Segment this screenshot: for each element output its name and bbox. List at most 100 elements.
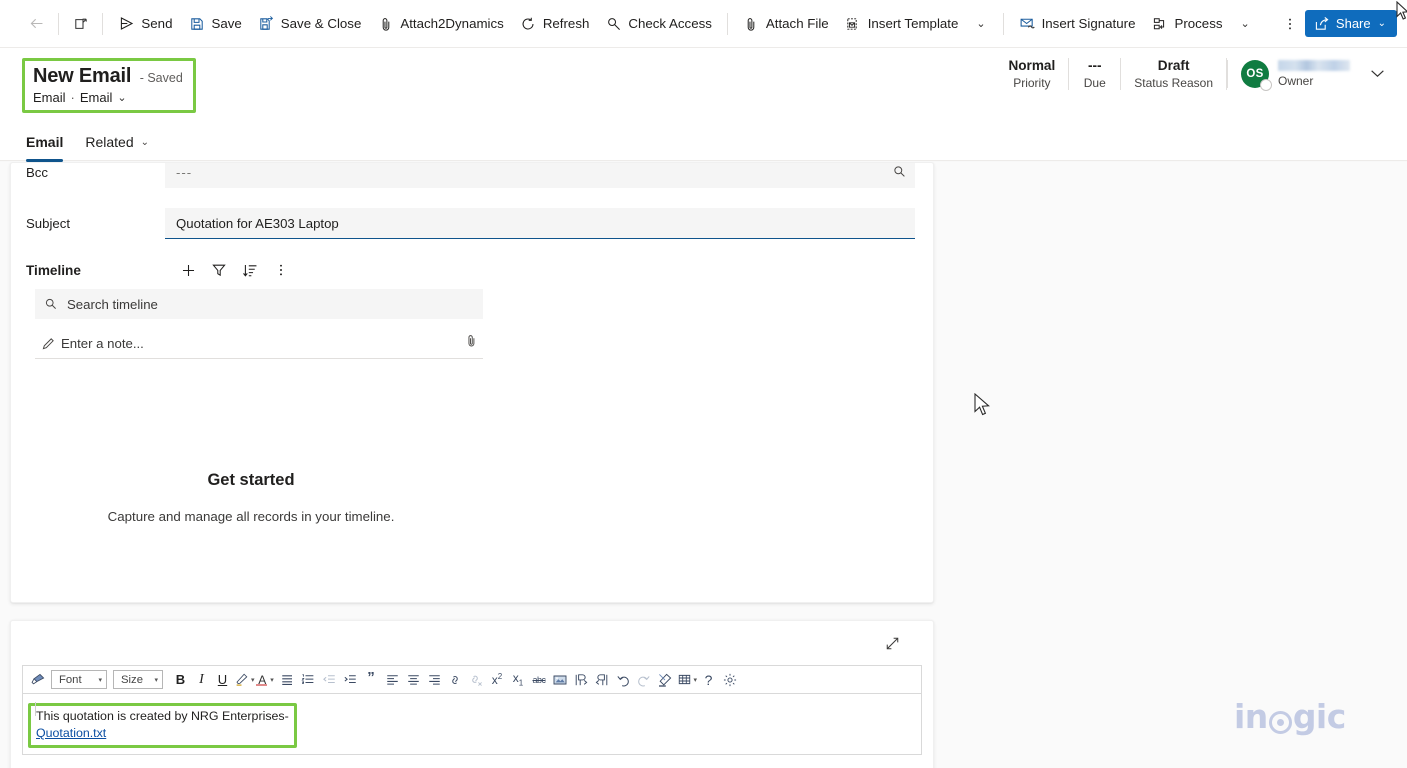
font-color-button[interactable]: A ▾ (256, 669, 276, 691)
header-field-status-reason[interactable]: Draft Status Reason (1121, 58, 1227, 90)
insert-image-button[interactable] (551, 669, 570, 691)
subject-input[interactable]: Quotation for AE303 Laptop (165, 208, 915, 239)
align-center-button[interactable] (404, 669, 423, 691)
tab-email[interactable]: Email (26, 124, 64, 162)
timeline-more-options-button[interactable] (266, 256, 297, 284)
back-button[interactable] (22, 8, 51, 40)
attachment-link[interactable]: Quotation.txt (36, 726, 106, 740)
highlight-color-button[interactable]: ▾ (234, 669, 255, 691)
share-button[interactable]: Share ⌄ (1304, 10, 1398, 37)
editor-settings-button[interactable] (720, 669, 739, 691)
increase-indent-icon (344, 675, 356, 684)
header-field-owner[interactable]: OS Owner (1227, 59, 1350, 91)
insert-template-more-button[interactable]: ⌄ (966, 8, 995, 40)
expand-editor-button[interactable] (879, 630, 905, 656)
insert-link-button[interactable] (446, 669, 465, 691)
bold-button[interactable]: B (171, 669, 190, 691)
timeline-note-placeholder: Enter a note... (61, 335, 144, 351)
redo-button[interactable] (635, 669, 654, 691)
owner-label: Owner (1278, 73, 1314, 88)
email-form-card: Bcc --- Subject Quotation for AE303 Lapt… (10, 162, 934, 603)
chevron-down-icon[interactable]: ⌄ (117, 91, 126, 104)
insert-template-button[interactable]: Insert Template (837, 6, 967, 42)
body-expand-row (11, 621, 933, 665)
divider (58, 12, 60, 35)
email-body-text-area[interactable]: This quotation is created by NRG Enterpr… (23, 694, 921, 754)
avatar: OS (1241, 59, 1272, 91)
key-icon (605, 15, 622, 32)
header-field-due[interactable]: --- Due (1069, 58, 1122, 90)
bcc-control: --- (165, 163, 915, 188)
undo-button[interactable] (614, 669, 633, 691)
lookup-search-icon[interactable] (892, 164, 907, 184)
insert-table-button[interactable]: ▾ (677, 669, 697, 691)
numbered-list-button[interactable] (299, 669, 318, 691)
highlighter-icon (236, 673, 248, 686)
refresh-button[interactable]: Refresh (512, 6, 598, 42)
signature-icon (1019, 15, 1036, 32)
timeline-note-input[interactable]: Enter a note... (35, 328, 483, 359)
font-size-select[interactable]: Size ▾ (113, 670, 163, 689)
process-button[interactable]: Process (1143, 6, 1230, 42)
left-to-right-button[interactable] (572, 669, 591, 691)
process-more-button[interactable]: ⌄ (1231, 8, 1260, 40)
save-and-close-button[interactable]: Save & Close (250, 6, 370, 42)
strikethrough-button[interactable]: abc (530, 669, 549, 691)
attach-file-label: Attach File (765, 15, 829, 31)
open-in-new-window-button[interactable] (66, 8, 95, 40)
note-attach-paperclip-icon[interactable] (464, 333, 479, 351)
breadcrumb-form-selector[interactable]: Email (80, 90, 113, 105)
header-expand-button[interactable] (1366, 61, 1389, 86)
underline-button[interactable]: U (213, 669, 232, 691)
header-fields: Normal Priority --- Due Draft Status Rea… (995, 58, 1389, 91)
font-family-label: Font (59, 673, 82, 686)
status-reason-label: Status Reason (1134, 75, 1213, 90)
ellipsis-vertical-icon (1289, 18, 1292, 29)
italic-button[interactable]: I (192, 669, 211, 691)
align-right-button[interactable] (425, 669, 444, 691)
chevron-down-icon: ⌄ (1240, 18, 1250, 30)
decrease-indent-button[interactable] (320, 669, 339, 691)
pencil-icon (35, 336, 61, 351)
attach2dynamics-button[interactable]: Attach2Dynamics (369, 6, 511, 42)
tab-related-label: Related (85, 134, 134, 150)
remove-link-button[interactable] (467, 669, 486, 691)
timeline-search-input[interactable]: Search timeline (35, 289, 483, 319)
chevron-down-icon (1371, 70, 1384, 78)
italic-icon: I (199, 671, 204, 687)
format-painter-button[interactable] (28, 669, 47, 691)
bcc-input[interactable]: --- (165, 163, 915, 188)
increase-indent-button[interactable] (341, 669, 360, 691)
tab-related[interactable]: Related ⌄ (85, 124, 149, 161)
bulleted-list-button[interactable] (278, 669, 297, 691)
header-field-priority[interactable]: Normal Priority (995, 58, 1070, 90)
quote-icon: ” (367, 668, 375, 686)
block-quote-button[interactable]: ” (362, 669, 381, 691)
timeline-filter-button[interactable] (204, 256, 235, 284)
tab-email-label: Email (26, 134, 64, 150)
font-family-select[interactable]: Font ▾ (51, 670, 107, 689)
superscript-button[interactable]: x2 (488, 669, 507, 691)
align-left-button[interactable] (383, 669, 402, 691)
timeline-search-placeholder: Search timeline (67, 296, 158, 312)
timeline-add-record-button[interactable] (173, 256, 204, 284)
undo-icon (617, 675, 629, 686)
timeline-sort-button[interactable] (235, 256, 266, 284)
align-left-icon (386, 675, 398, 685)
subscript-button[interactable]: x1 (509, 669, 528, 691)
numbered-list-icon (300, 674, 313, 684)
insert-signature-button[interactable]: Insert Signature (1011, 6, 1144, 42)
save-button[interactable]: Save (180, 6, 249, 42)
subject-label: Subject (26, 216, 70, 231)
check-access-button[interactable]: Check Access (597, 6, 720, 42)
right-to-left-button[interactable] (593, 669, 612, 691)
refresh-label: Refresh (542, 15, 590, 31)
clear-formatting-button[interactable] (656, 669, 675, 691)
send-button[interactable]: Send (110, 6, 180, 42)
record-header: New Email - Saved Email · Email ⌄ Normal… (0, 48, 1407, 124)
more-commands-button[interactable] (1276, 8, 1305, 40)
decrease-indent-icon (322, 675, 335, 684)
attach-file-button[interactable]: Attach File (735, 6, 837, 42)
watermark-text-before: in (1234, 697, 1268, 736)
help-button[interactable]: ? (699, 669, 718, 691)
